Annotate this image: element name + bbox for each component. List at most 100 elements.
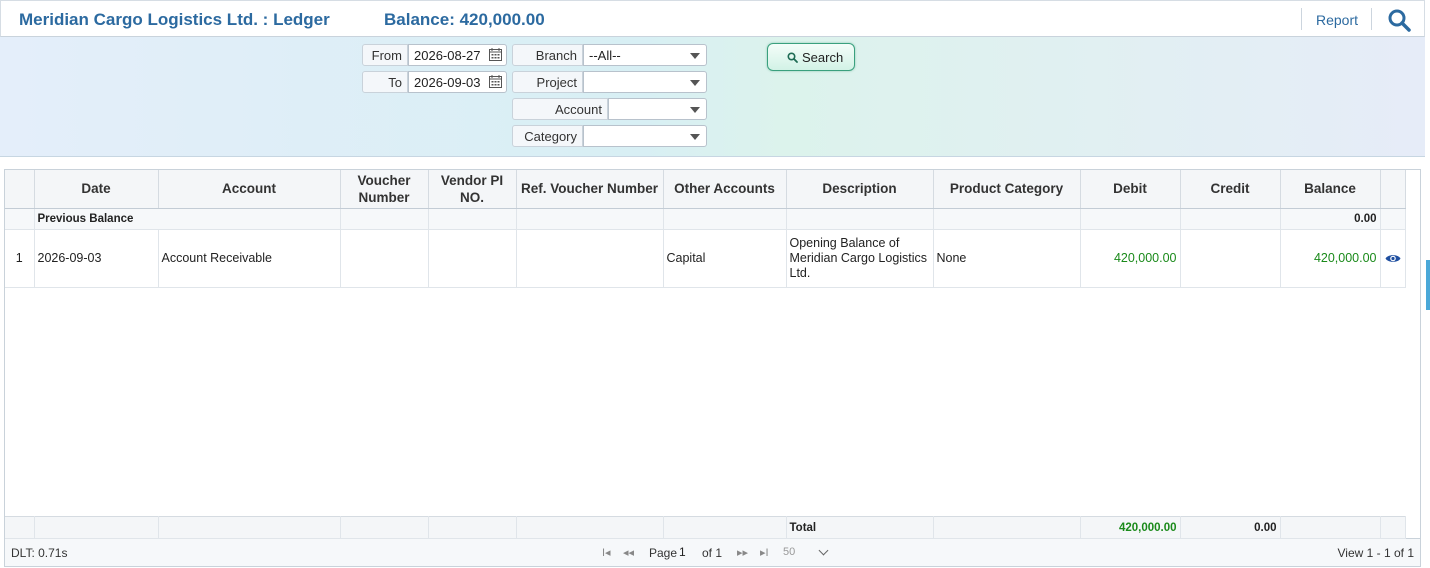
row-other-accounts: Capital bbox=[663, 229, 787, 288]
column-header-ref-voucher[interactable]: Ref. Voucher Number bbox=[516, 170, 664, 209]
page-label: Page bbox=[649, 546, 678, 560]
page-header: Meridian Cargo Logistics Ltd. : Ledger B… bbox=[0, 0, 1425, 37]
page-size-value: 50 bbox=[783, 546, 796, 558]
table-cell bbox=[1280, 516, 1381, 539]
table-cell bbox=[516, 208, 664, 230]
grid-header-row: Date Account Voucher Number Vendor PI NO… bbox=[5, 170, 1406, 209]
table-cell bbox=[786, 208, 934, 230]
branch-select[interactable]: --All-- bbox=[583, 44, 707, 66]
previous-balance-label: Previous Balance bbox=[34, 208, 341, 230]
account-select[interactable] bbox=[608, 98, 707, 120]
ledger-grid: Date Account Voucher Number Vendor PI NO… bbox=[4, 169, 1421, 539]
header-divider bbox=[1301, 8, 1302, 30]
from-date-field[interactable]: 2026-08-27 bbox=[408, 44, 507, 66]
previous-balance-value: 0.00 bbox=[1280, 208, 1381, 230]
page-title: Meridian Cargo Logistics Ltd. : Ledger bbox=[19, 10, 330, 29]
dropdown-caret-icon bbox=[690, 134, 700, 140]
table-cell bbox=[34, 516, 159, 539]
row-vendor-pi bbox=[428, 229, 517, 288]
row-account: Account Receivable bbox=[158, 229, 341, 288]
column-header-account[interactable]: Account bbox=[158, 170, 341, 209]
row-balance: 420,000.00 bbox=[1280, 229, 1381, 288]
header-divider bbox=[1371, 8, 1372, 30]
header-balance: Balance: 420,000.00 bbox=[384, 10, 545, 29]
category-select[interactable] bbox=[583, 125, 707, 147]
branch-select-value: --All-- bbox=[589, 48, 621, 63]
from-date-value: 2026-08-27 bbox=[414, 48, 481, 63]
filter-panel: From 2026-08-27 To 2026-09-03 Branch --A… bbox=[0, 37, 1425, 157]
chevron-down-icon bbox=[818, 545, 829, 556]
column-header-product-category[interactable]: Product Category bbox=[933, 170, 1081, 209]
column-header-actions bbox=[1380, 170, 1406, 209]
scrollbar-indicator[interactable] bbox=[1426, 260, 1430, 310]
search-icon bbox=[787, 52, 798, 63]
pager: DLT: 0.71s I◂ ◂◂ Page of 1 ▸▸ ▸I 50 View… bbox=[4, 539, 1421, 567]
row-credit bbox=[1180, 229, 1281, 288]
row-ref-voucher bbox=[516, 229, 664, 288]
next-page-icon[interactable]: ▸▸ bbox=[737, 546, 748, 559]
table-cell bbox=[663, 208, 787, 230]
table-cell bbox=[1380, 208, 1406, 230]
row-view-action[interactable] bbox=[1380, 229, 1406, 288]
column-header-balance[interactable]: Balance bbox=[1280, 170, 1381, 209]
column-header-vendor-pi[interactable]: Vendor PI NO. bbox=[428, 170, 517, 209]
dropdown-caret-icon bbox=[690, 53, 700, 59]
project-select[interactable] bbox=[583, 71, 707, 93]
row-product-category: None bbox=[933, 229, 1081, 288]
page-number-input[interactable] bbox=[675, 543, 697, 561]
grid-footer: Total 420,000.00 0.00 bbox=[5, 516, 1406, 539]
branch-label: Branch bbox=[512, 44, 583, 66]
table-cell bbox=[428, 208, 517, 230]
last-page-icon[interactable]: ▸I bbox=[760, 546, 769, 559]
total-row: Total 420,000.00 0.00 bbox=[5, 516, 1406, 539]
search-button[interactable]: Search bbox=[767, 43, 855, 71]
account-label: Account bbox=[512, 98, 608, 120]
column-header-date[interactable]: Date bbox=[34, 170, 159, 209]
column-header-credit[interactable]: Credit bbox=[1180, 170, 1281, 209]
page-size-select[interactable]: 50 bbox=[778, 543, 830, 562]
table-row[interactable]: 1 2026-09-03 Account Receivable Capital … bbox=[5, 229, 1406, 288]
table-cell bbox=[428, 516, 517, 539]
row-debit: 420,000.00 bbox=[1080, 229, 1181, 288]
row-number: 1 bbox=[5, 229, 35, 288]
calendar-icon[interactable] bbox=[489, 48, 502, 61]
total-label: Total bbox=[786, 516, 934, 539]
total-debit: 420,000.00 bbox=[1080, 516, 1181, 539]
total-credit: 0.00 bbox=[1180, 516, 1281, 539]
table-cell bbox=[1080, 208, 1181, 230]
table-cell bbox=[340, 516, 429, 539]
row-date: 2026-09-03 bbox=[34, 229, 159, 288]
column-header-description[interactable]: Description bbox=[786, 170, 934, 209]
table-cell bbox=[663, 516, 787, 539]
table-cell bbox=[340, 208, 429, 230]
previous-balance-row: Previous Balance 0.00 bbox=[5, 208, 1406, 230]
table-cell bbox=[5, 208, 35, 230]
column-header-debit[interactable]: Debit bbox=[1080, 170, 1181, 209]
view-range-label: View 1 - 1 of 1 bbox=[1337, 546, 1415, 560]
from-label: From bbox=[362, 44, 408, 66]
table-cell bbox=[516, 516, 664, 539]
column-header-rownum bbox=[5, 170, 35, 209]
ledger-table: Date Account Voucher Number Vendor PI NO… bbox=[5, 170, 1406, 288]
dropdown-caret-icon bbox=[690, 107, 700, 113]
search-icon[interactable] bbox=[1387, 8, 1411, 32]
table-cell bbox=[1380, 516, 1406, 539]
to-date-field[interactable]: 2026-09-03 bbox=[408, 71, 507, 93]
row-description: Opening Balance of Meridian Cargo Logist… bbox=[786, 229, 934, 288]
page-count-label: of 1 bbox=[702, 546, 723, 560]
table-cell bbox=[933, 516, 1081, 539]
first-page-icon[interactable]: I◂ bbox=[602, 546, 611, 559]
load-time-label: DLT: 0.71s bbox=[11, 546, 68, 560]
column-header-other-accounts[interactable]: Other Accounts bbox=[663, 170, 787, 209]
calendar-icon[interactable] bbox=[489, 75, 502, 88]
table-cell bbox=[1180, 208, 1281, 230]
report-link[interactable]: Report bbox=[1316, 12, 1358, 28]
search-button-label: Search bbox=[802, 50, 844, 65]
table-cell bbox=[933, 208, 1081, 230]
to-date-value: 2026-09-03 bbox=[414, 75, 481, 90]
table-cell bbox=[158, 516, 341, 539]
column-header-voucher-number[interactable]: Voucher Number bbox=[340, 170, 429, 209]
table-cell bbox=[5, 516, 35, 539]
eye-icon[interactable] bbox=[1385, 253, 1401, 264]
prev-page-icon[interactable]: ◂◂ bbox=[623, 546, 634, 559]
